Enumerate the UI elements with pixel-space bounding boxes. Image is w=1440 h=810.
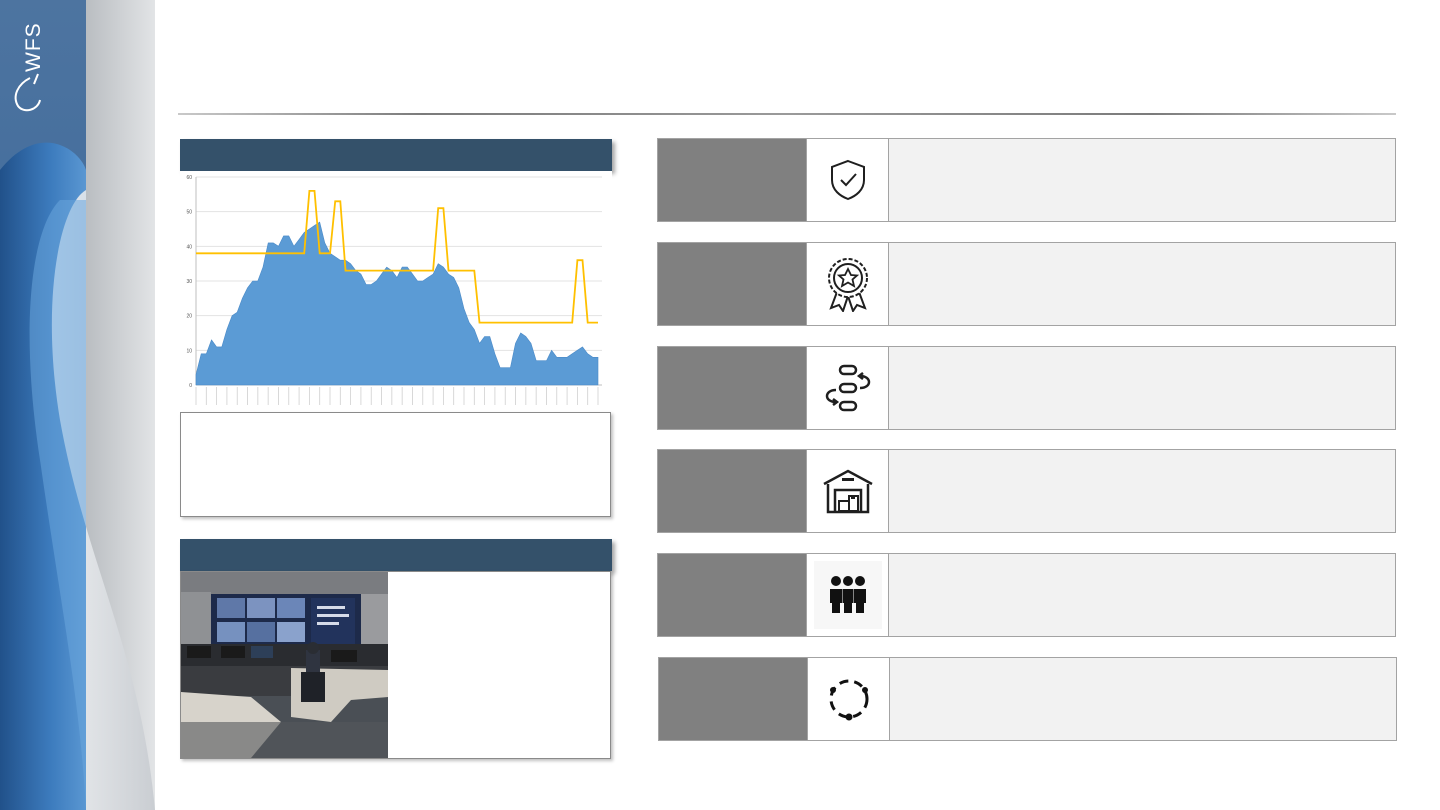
- control-room-photo: [181, 572, 388, 758]
- chart: 0 10 20 30 40 50 60: [186, 175, 602, 405]
- feature-row-5-label: [658, 554, 806, 636]
- feature-row-6: [658, 657, 1397, 741]
- feature-row-1-description: [889, 139, 1395, 221]
- y-tick-label: 30: [186, 279, 192, 285]
- feature-row-4-icon-cell: [806, 450, 889, 532]
- shield-check-icon: [830, 159, 865, 201]
- feature-row-6-description: [890, 658, 1396, 740]
- feature-row-5: [657, 553, 1396, 637]
- title-divider: [178, 113, 1396, 115]
- feature-row-3: [657, 346, 1396, 430]
- y-tick-label: 10: [186, 348, 192, 354]
- feature-row-4: [657, 449, 1396, 533]
- process-cycle-icon: [825, 364, 870, 412]
- decorative-sidebar: WFS: [0, 0, 155, 810]
- feature-row-4-description: [889, 450, 1395, 532]
- photo-card-header: [180, 539, 612, 571]
- feature-row-1-label: [658, 139, 806, 221]
- feature-row-2-icon-cell: [806, 243, 889, 325]
- y-tick-label: 50: [186, 210, 192, 216]
- award-ribbon-icon: [827, 258, 868, 312]
- feature-row-3-description: [889, 347, 1395, 429]
- feature-row-6-label: [659, 658, 807, 740]
- y-tick-label: 40: [186, 244, 192, 250]
- feature-row-2-label: [658, 243, 806, 325]
- company-logo: WFS: [8, 20, 78, 130]
- chart-panel: 0 10 20 30 40 50 60: [180, 171, 612, 412]
- feature-row-5-icon-cell: [806, 554, 889, 636]
- logo-swoosh-icon: [14, 73, 41, 112]
- feature-row-2-description: [889, 243, 1395, 325]
- feature-row-6-icon-cell: [807, 658, 890, 740]
- y-tick-label: 0: [189, 383, 192, 389]
- logo-text: WFS: [22, 22, 45, 72]
- feature-row-4-label: [658, 450, 806, 532]
- team-icon: [813, 561, 882, 629]
- dotted-circle-icon: [829, 679, 868, 721]
- photo-card-body: [180, 571, 611, 759]
- y-tick-label: 20: [186, 314, 192, 320]
- feature-row-2: [657, 242, 1396, 326]
- feature-row-1: [657, 138, 1396, 222]
- chart-card-header: [180, 139, 612, 171]
- warehouse-icon: [822, 469, 873, 514]
- feature-row-1-icon-cell: [806, 139, 889, 221]
- y-tick-label: 60: [186, 175, 192, 181]
- chart-caption-box: [180, 412, 611, 517]
- feature-row-3-icon-cell: [806, 347, 889, 429]
- feature-row-3-label: [658, 347, 806, 429]
- feature-row-5-description: [889, 554, 1395, 636]
